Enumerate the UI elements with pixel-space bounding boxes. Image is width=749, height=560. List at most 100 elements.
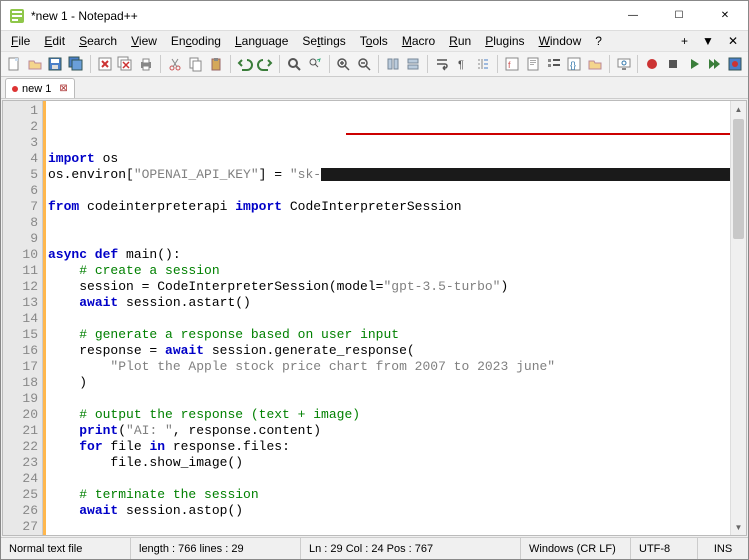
- code-line[interactable]: ): [48, 375, 730, 391]
- maximize-button[interactable]: ☐: [656, 1, 702, 31]
- cut-icon[interactable]: [166, 54, 184, 74]
- print-icon[interactable]: [137, 54, 155, 74]
- status-position: Ln : 29 Col : 24 Pos : 767: [301, 538, 521, 559]
- code-line[interactable]: await session.astart(): [48, 295, 730, 311]
- code-line[interactable]: from codeinterpreterapi import CodeInter…: [48, 199, 730, 215]
- copy-icon[interactable]: [187, 54, 205, 74]
- menu-settings[interactable]: Settings: [296, 32, 351, 50]
- all-chars-icon[interactable]: ¶: [454, 54, 472, 74]
- status-encoding[interactable]: UTF-8: [631, 538, 698, 559]
- replace-icon[interactable]: [306, 54, 324, 74]
- menu-language[interactable]: Language: [229, 32, 294, 50]
- line-number: 21: [3, 423, 38, 439]
- code-line[interactable]: "Plot the Apple stock price chart from 2…: [48, 359, 730, 375]
- sync-v-icon[interactable]: [384, 54, 402, 74]
- monitor-icon[interactable]: [615, 54, 633, 74]
- menu-edit[interactable]: Edit: [38, 32, 71, 50]
- menu-macro[interactable]: Macro: [396, 32, 441, 50]
- code-line[interactable]: [48, 183, 730, 199]
- toolbar-separator: [637, 55, 638, 73]
- code-line[interactable]: file.show_image(): [48, 455, 730, 471]
- play-icon[interactable]: [685, 54, 703, 74]
- menu-view[interactable]: View: [125, 32, 163, 50]
- scrollbar-thumb[interactable]: [733, 119, 744, 239]
- save-all-icon[interactable]: [67, 54, 85, 74]
- code-line[interactable]: for file in response.files:: [48, 439, 730, 455]
- record-icon[interactable]: [643, 54, 661, 74]
- line-number: 15: [3, 327, 38, 343]
- menu-close-x[interactable]: ✕: [722, 32, 744, 50]
- stop-icon[interactable]: [664, 54, 682, 74]
- tab-close-icon[interactable]: ⊠: [59, 83, 67, 94]
- code-line[interactable]: response = await session.generate_respon…: [48, 343, 730, 359]
- line-number: 3: [3, 135, 38, 151]
- status-eol[interactable]: Windows (CR LF): [521, 538, 631, 559]
- code-editor[interactable]: import osos.environ["OPENAI_API_KEY"] = …: [46, 101, 730, 535]
- menu-run[interactable]: Run: [443, 32, 477, 50]
- code-line[interactable]: [48, 231, 730, 247]
- doc-map-icon[interactable]: [524, 54, 542, 74]
- code-line[interactable]: # terminate the session: [48, 487, 730, 503]
- code-line[interactable]: await session.astop(): [48, 503, 730, 519]
- code-line[interactable]: [48, 215, 730, 231]
- line-number: 2: [3, 119, 38, 135]
- play-multi-icon[interactable]: [705, 54, 723, 74]
- close-all-icon[interactable]: [116, 54, 134, 74]
- code-line[interactable]: # generate a response based on user inpu…: [48, 327, 730, 343]
- redo-icon[interactable]: [257, 54, 275, 74]
- line-number: 1: [3, 103, 38, 119]
- menu-encoding[interactable]: Encoding: [165, 32, 227, 50]
- line-number: 12: [3, 279, 38, 295]
- code-line[interactable]: # create a session: [48, 263, 730, 279]
- toolbar-separator: [230, 55, 231, 73]
- menubar: File Edit Search View Encoding Language …: [1, 31, 748, 51]
- lang-icon[interactable]: f: [503, 54, 521, 74]
- menu-search[interactable]: Search: [73, 32, 123, 50]
- undo-icon[interactable]: [236, 54, 254, 74]
- status-insert-mode[interactable]: INS: [698, 538, 748, 559]
- code-line[interactable]: async def main():: [48, 247, 730, 263]
- code-line[interactable]: print("AI: ", response.content): [48, 423, 730, 439]
- sync-h-icon[interactable]: [405, 54, 423, 74]
- scroll-down-icon[interactable]: ▼: [731, 519, 746, 535]
- code-line[interactable]: import os: [48, 151, 730, 167]
- menu-plugins[interactable]: Plugins: [479, 32, 530, 50]
- menu-window[interactable]: Window: [533, 32, 588, 50]
- code-line[interactable]: # output the response (text + image): [48, 407, 730, 423]
- line-number: 4: [3, 151, 38, 167]
- line-number: 10: [3, 247, 38, 263]
- zoom-out-icon[interactable]: [355, 54, 373, 74]
- code-line[interactable]: [48, 311, 730, 327]
- save-macro-icon[interactable]: [726, 54, 744, 74]
- word-wrap-icon[interactable]: [433, 54, 451, 74]
- menu-file[interactable]: File: [5, 32, 36, 50]
- scroll-up-icon[interactable]: ▲: [731, 101, 746, 117]
- menu-new-tab[interactable]: +: [675, 32, 694, 50]
- paste-icon[interactable]: [207, 54, 225, 74]
- line-number: 17: [3, 359, 38, 375]
- code-line[interactable]: os.environ["OPENAI_API_KEY"] = "sk-hKZ": [48, 167, 730, 183]
- minimize-button[interactable]: —: [610, 1, 656, 31]
- save-icon[interactable]: [46, 54, 64, 74]
- close-icon[interactable]: [96, 54, 114, 74]
- open-file-icon[interactable]: [26, 54, 44, 74]
- menu-dropdown[interactable]: ▼: [696, 32, 720, 50]
- menu-help[interactable]: ?: [589, 32, 608, 50]
- code-line[interactable]: session = CodeInterpreterSession(model="…: [48, 279, 730, 295]
- code-line[interactable]: [48, 471, 730, 487]
- indent-guide-icon[interactable]: [475, 54, 493, 74]
- toolbar-separator: [609, 55, 610, 73]
- zoom-in-icon[interactable]: [335, 54, 353, 74]
- code-line[interactable]: [48, 391, 730, 407]
- close-button[interactable]: ✕: [702, 1, 748, 31]
- menu-tools[interactable]: Tools: [354, 32, 394, 50]
- new-file-icon[interactable]: [5, 54, 23, 74]
- svg-text:¶: ¶: [458, 59, 464, 71]
- func-list-icon[interactable]: {}: [565, 54, 583, 74]
- code-line[interactable]: [48, 519, 730, 535]
- vertical-scrollbar[interactable]: ▲ ▼: [730, 101, 746, 535]
- find-icon[interactable]: [285, 54, 303, 74]
- tab-new-1[interactable]: new 1 ⊠: [5, 78, 75, 98]
- doc-list-icon[interactable]: [545, 54, 563, 74]
- folder-icon[interactable]: [586, 54, 604, 74]
